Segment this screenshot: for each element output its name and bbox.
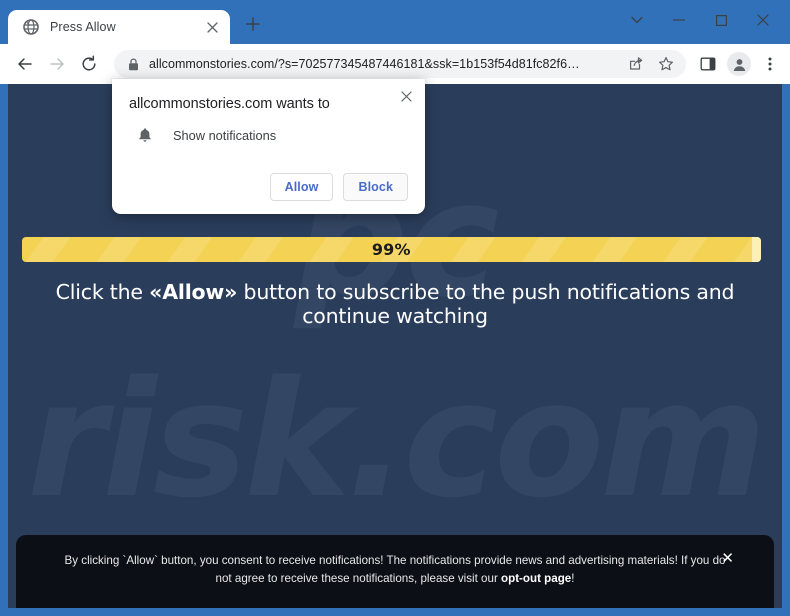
three-dot-menu-icon[interactable] [756,50,784,78]
lock-icon[interactable] [128,57,139,71]
side-panel-icon[interactable] [694,50,722,78]
new-tab-button[interactable] [238,11,268,41]
progress-bar: 99% [22,237,768,262]
browser-tab[interactable]: Press Allow [8,10,230,44]
headline-after: button to subscribe to the push notifica… [237,280,735,329]
back-arrow-icon [18,58,32,70]
block-button[interactable]: Block [343,173,408,202]
browser-toolbar: allcommonstories.com/?s=7025773454874461… [0,44,790,84]
address-bar[interactable]: allcommonstories.com/?s=7025773454874461… [114,50,686,78]
minimize-icon [673,19,685,21]
banner-close-icon[interactable]: ✕ [721,551,734,566]
tab-strip: Press Allow [0,0,790,44]
dialog-close-icon[interactable] [396,86,416,106]
consent-text-after: ! [571,572,575,586]
globe-icon [22,19,39,36]
allow-button[interactable]: Allow [269,173,334,202]
omnibox-icons [622,50,680,78]
headline-before: Click the [55,280,150,304]
reload-icon [82,55,96,71]
progress-bar-fill: 99% [22,237,761,262]
tab-close-icon[interactable] [202,17,222,37]
progress-percent-label: 99% [371,240,411,259]
permission-label: Show notifications [173,127,277,143]
consent-banner-text: By clicking `Allow` button, you consent … [62,552,728,588]
page-headline: Click the «Allow» button to subscribe to… [44,280,746,328]
permission-row: Show notifications [129,127,408,143]
minimize-button[interactable] [658,5,700,35]
back-button[interactable] [10,49,40,79]
dialog-actions: Allow Block [129,173,408,202]
dialog-title: allcommonstories.com wants to [129,96,330,112]
url-text: allcommonstories.com/?s=7025773454874461… [149,57,580,71]
consent-banner: By clicking `Allow` button, you consent … [16,535,774,608]
star-icon[interactable] [652,50,680,78]
maximize-icon [715,14,727,26]
close-icon [757,14,769,26]
opt-out-link[interactable]: opt-out page [501,572,571,585]
forward-button[interactable] [42,49,72,79]
close-window-button[interactable] [742,5,784,35]
headline-emphasis: «Allow» [149,280,238,304]
share-icon[interactable] [622,50,650,78]
notification-permission-dialog: allcommonstories.com wants to Show notif… [112,79,425,215]
window-controls [616,4,784,36]
plus-icon [246,16,260,36]
tab-title: Press Allow [50,20,116,34]
chevron-down-icon [631,16,643,24]
bell-icon [138,127,156,143]
tab-search-button[interactable] [616,5,658,35]
maximize-button[interactable] [700,5,742,35]
forward-arrow-icon [50,58,64,70]
browser-window: Press Allow allcommonstories.com/?s=7025… [0,0,790,616]
reload-button[interactable] [74,49,104,79]
consent-text-before: By clicking `Allow` button, you consent … [64,554,726,586]
watermark-line-2: risk.com [8,340,782,540]
profile-avatar-icon[interactable] [727,52,751,76]
